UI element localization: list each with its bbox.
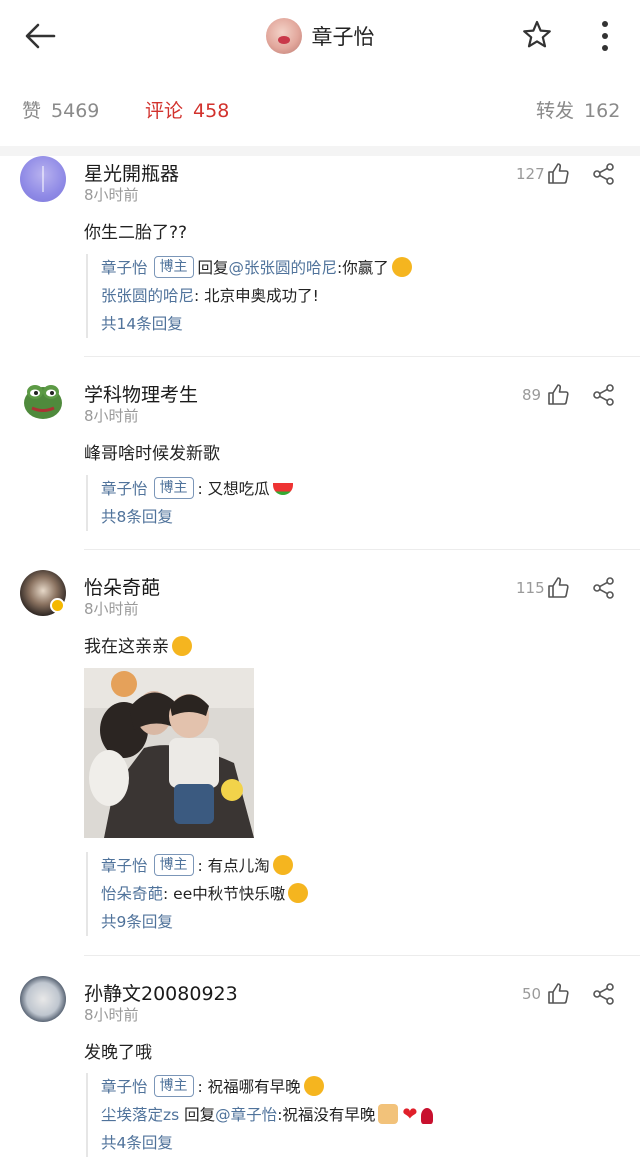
- reply-box[interactable]: 章子怡 博主 回复@张张圆的哈尼:你赢了 张张圆的哈尼: 北京申奥成功了! 共14条…: [86, 254, 606, 338]
- thumb-up-icon[interactable]: [546, 576, 570, 600]
- reply-box[interactable]: 章子怡 博主: 有点儿淘 怡朵奇葩: ee中秋节快乐嗷 共9条回复: [86, 852, 606, 936]
- tongue-emoji-icon: [391, 257, 412, 277]
- rose-emoji-icon: [420, 1108, 433, 1124]
- kiss-emoji-icon: [172, 636, 192, 656]
- reply-line: 张张圆的哈尼: 北京申奥成功了!: [101, 282, 606, 310]
- thumbs-up-emoji-icon: [378, 1104, 399, 1124]
- likes-count: 5469: [51, 100, 100, 122]
- verified-badge-icon: [50, 598, 65, 613]
- like-count: 50: [522, 985, 542, 1003]
- kiss-emoji-icon: [288, 883, 309, 903]
- reply-text: : 又想吃瓜: [197, 480, 270, 498]
- reply-username[interactable]: 怡朵奇葩: [101, 885, 163, 903]
- family-photo: [84, 668, 254, 838]
- grin-emoji-icon: [303, 1076, 324, 1096]
- tab-comments[interactable]: 评论 458: [145, 96, 229, 123]
- view-more-replies[interactable]: 共14条回复: [101, 310, 606, 338]
- view-more-replies[interactable]: 共8条回复: [101, 503, 606, 531]
- reply-line: 章子怡 博主: 又想吃瓜: [101, 475, 606, 503]
- reposts-count: 162: [584, 100, 621, 122]
- reply-text: : ee中秋节快乐嗷: [163, 885, 286, 903]
- reply-box[interactable]: 章子怡 博主: 祝福哪有早晚 尘埃落定zs 回复@章子怡:祝福没有早晚 ❤ 共4条回…: [86, 1073, 606, 1157]
- avatar[interactable]: [20, 156, 66, 202]
- page-title: 章子怡: [311, 25, 375, 49]
- comment-time: 8小时前: [84, 407, 139, 425]
- more-vertical-icon: [602, 21, 608, 51]
- like-count: 115: [516, 579, 545, 597]
- heart-icon: ❤: [402, 1104, 418, 1125]
- reply-username[interactable]: 张张圆的哈尼: [101, 287, 194, 305]
- reply-username[interactable]: 章子怡: [101, 1078, 148, 1096]
- comment-username[interactable]: 学科物理考生: [84, 380, 198, 407]
- stats-bar: 赞 5469 评论 458 转发 162: [0, 90, 640, 130]
- thumb-up-icon[interactable]: [546, 383, 570, 407]
- reply-prefix: 回复: [184, 1106, 216, 1124]
- tab-likes[interactable]: 赞 5469: [22, 96, 99, 123]
- reply-box[interactable]: 章子怡 博主: 又想吃瓜 共8条回复: [86, 475, 606, 531]
- comment-username[interactable]: 孙静文20080923: [84, 979, 238, 1006]
- reply-line: 怡朵奇葩: ee中秋节快乐嗷: [101, 880, 606, 908]
- share-icon[interactable]: [592, 383, 616, 407]
- comment-text: 我在这亲亲: [84, 632, 192, 657]
- top-bar: 章子怡: [0, 0, 640, 72]
- comment-text: 峰哥啥时候发新歌: [84, 444, 220, 464]
- reply-line: 章子怡 博主 回复@张张圆的哈尼:你赢了: [101, 254, 606, 282]
- reply-username[interactable]: 章子怡: [101, 857, 148, 875]
- watermelon-emoji-icon: [272, 483, 293, 495]
- view-more-replies[interactable]: 共4条回复: [101, 1129, 606, 1157]
- reply-text: : 祝福哪有早晚: [197, 1078, 301, 1096]
- comment-divider: [84, 356, 640, 357]
- view-more-replies[interactable]: 共9条回复: [101, 908, 606, 936]
- comments-label: 评论: [145, 100, 184, 122]
- favorite-button[interactable]: [520, 18, 554, 52]
- frog-avatar-icon: [24, 385, 62, 419]
- likes-label: 赞: [22, 100, 42, 122]
- reply-text: : 北京申奥成功了!: [194, 287, 319, 305]
- like-count: 127: [516, 165, 545, 183]
- reply-prefix: 回复: [197, 259, 229, 277]
- reply-line: 章子怡 博主: 有点儿淘: [101, 852, 606, 880]
- comment-text: 发晚了哦: [84, 1043, 152, 1063]
- comment-divider: [84, 955, 640, 956]
- reply-username[interactable]: 章子怡: [101, 480, 148, 498]
- thumb-up-icon[interactable]: [546, 162, 570, 186]
- comment-text: 你生二胎了??: [84, 223, 188, 243]
- comment-divider: [84, 549, 640, 550]
- tab-reposts[interactable]: 转发 162: [536, 96, 620, 123]
- share-icon[interactable]: [592, 982, 616, 1006]
- share-icon[interactable]: [592, 576, 616, 600]
- author-avatar[interactable]: [265, 18, 302, 54]
- thumb-up-icon[interactable]: [546, 982, 570, 1006]
- section-divider: [0, 146, 640, 156]
- avatar[interactable]: [20, 377, 66, 423]
- author-badge: 博主: [153, 854, 194, 876]
- reply-mention[interactable]: @张张圆的哈尼: [229, 259, 338, 277]
- share-icon[interactable]: [592, 162, 616, 186]
- comment-image[interactable]: [84, 668, 254, 838]
- comment-text-content: 我在这亲亲: [84, 637, 169, 657]
- author-badge: 博主: [153, 256, 194, 278]
- reply-line: 章子怡 博主: 祝福哪有早晚: [101, 1073, 606, 1101]
- reply-username[interactable]: 尘埃落定zs: [101, 1106, 179, 1124]
- more-options-button[interactable]: [592, 18, 618, 54]
- reply-username[interactable]: 章子怡: [101, 259, 148, 277]
- comment-time: 8小时前: [84, 600, 139, 618]
- comment-time: 8小时前: [84, 186, 139, 204]
- comment-time: 8小时前: [84, 1006, 139, 1024]
- comment-username[interactable]: 怡朵奇葩: [84, 573, 160, 600]
- comments-count: 458: [193, 100, 230, 122]
- avatar[interactable]: [20, 976, 66, 1022]
- author-badge: 博主: [153, 477, 194, 499]
- reply-mention[interactable]: @章子怡: [215, 1106, 277, 1124]
- reply-line: 尘埃落定zs 回复@章子怡:祝福没有早晚 ❤: [101, 1101, 606, 1129]
- reply-text: : 有点儿淘: [197, 857, 270, 875]
- star-icon: [523, 20, 551, 48]
- reposts-label: 转发: [536, 100, 575, 122]
- like-count: 89: [522, 386, 542, 404]
- comment-username[interactable]: 星光開瓶器: [84, 159, 179, 186]
- author-badge: 博主: [153, 1075, 194, 1097]
- reply-text: :你赢了: [337, 259, 389, 277]
- smirk-emoji-icon: [272, 855, 293, 875]
- reply-text: :祝福没有早晚: [277, 1106, 376, 1124]
